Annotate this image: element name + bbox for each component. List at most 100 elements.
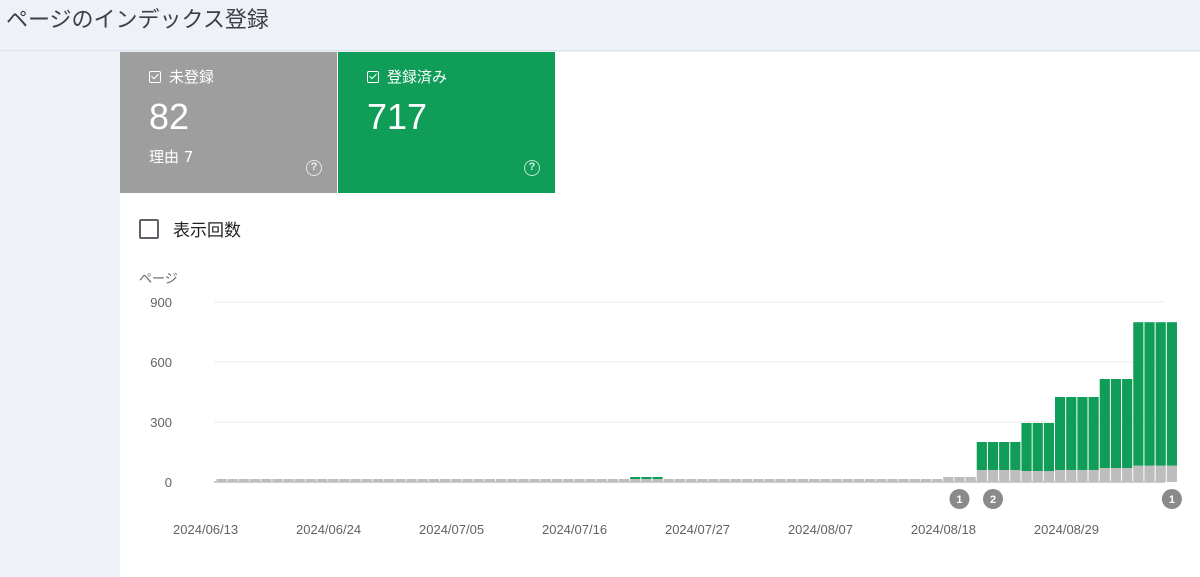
bar-not-indexed[interactable] — [1010, 470, 1021, 482]
bar-not-indexed[interactable] — [965, 477, 976, 482]
bar-not-indexed[interactable] — [507, 479, 518, 482]
bar-indexed[interactable] — [1077, 397, 1088, 470]
bar-not-indexed[interactable] — [1088, 470, 1099, 482]
bar-not-indexed[interactable] — [1110, 468, 1122, 482]
bar-not-indexed[interactable] — [1099, 468, 1110, 482]
bar-indexed[interactable] — [1010, 442, 1021, 470]
bar-indexed[interactable] — [1133, 322, 1144, 466]
bar-not-indexed[interactable] — [786, 479, 797, 482]
bar-indexed[interactable] — [1043, 423, 1054, 471]
bar-not-indexed[interactable] — [652, 479, 663, 482]
bar-not-indexed[interactable] — [898, 479, 909, 482]
bar-not-indexed[interactable] — [741, 479, 753, 482]
bar-not-indexed[interactable] — [339, 479, 350, 482]
bar-not-indexed[interactable] — [1133, 465, 1144, 482]
bar-not-indexed[interactable] — [328, 479, 339, 482]
bar-not-indexed[interactable] — [373, 479, 384, 482]
bar-not-indexed[interactable] — [730, 479, 741, 482]
bar-not-indexed[interactable] — [451, 479, 462, 482]
bar-not-indexed[interactable] — [551, 479, 563, 482]
bar-not-indexed[interactable] — [529, 479, 540, 482]
bar-not-indexed[interactable] — [518, 479, 529, 482]
bar-not-indexed[interactable] — [462, 479, 473, 482]
bar-indexed[interactable] — [1122, 379, 1133, 468]
bar-not-indexed[interactable] — [618, 479, 630, 482]
bar-indexed[interactable] — [1155, 322, 1166, 466]
bar-not-indexed[interactable] — [764, 479, 775, 482]
bar-not-indexed[interactable] — [1055, 470, 1066, 482]
bar-not-indexed[interactable] — [853, 479, 864, 482]
bar-not-indexed[interactable] — [887, 479, 898, 482]
bar-not-indexed[interactable] — [831, 479, 842, 482]
bar-not-indexed[interactable] — [406, 479, 417, 482]
bar-not-indexed[interactable] — [663, 479, 674, 482]
bar-not-indexed[interactable] — [775, 479, 786, 482]
bar-not-indexed[interactable] — [216, 479, 227, 482]
bar-not-indexed[interactable] — [1032, 471, 1043, 482]
bar-not-indexed[interactable] — [697, 479, 708, 482]
bar-not-indexed[interactable] — [596, 479, 607, 482]
bar-indexed[interactable] — [1166, 322, 1177, 466]
bar-indexed[interactable] — [1099, 379, 1110, 468]
bar-not-indexed[interactable] — [674, 479, 686, 482]
bar-not-indexed[interactable] — [999, 470, 1010, 482]
bar-indexed[interactable] — [1110, 379, 1122, 468]
bar-not-indexed[interactable] — [317, 479, 328, 482]
bar-not-indexed[interactable] — [1144, 465, 1155, 482]
bar-not-indexed[interactable] — [1166, 465, 1177, 482]
bar-not-indexed[interactable] — [719, 479, 730, 482]
annotation-marker[interactable]: 2 — [983, 489, 1004, 509]
bar-indexed[interactable] — [1021, 423, 1032, 471]
bar-not-indexed[interactable] — [797, 479, 809, 482]
bar-not-indexed[interactable] — [272, 479, 283, 482]
bar-not-indexed[interactable] — [305, 479, 317, 482]
bar-not-indexed[interactable] — [920, 479, 932, 482]
bar-indexed[interactable] — [630, 477, 641, 479]
bar-indexed[interactable] — [1066, 397, 1077, 470]
bar-not-indexed[interactable] — [250, 479, 261, 482]
bar-not-indexed[interactable] — [943, 477, 954, 482]
bar-not-indexed[interactable] — [876, 479, 887, 482]
bar-not-indexed[interactable] — [820, 479, 831, 482]
bar-not-indexed[interactable] — [484, 479, 495, 482]
bar-not-indexed[interactable] — [540, 479, 551, 482]
bar-not-indexed[interactable] — [395, 479, 406, 482]
bar-not-indexed[interactable] — [1155, 465, 1166, 482]
bar-indexed[interactable] — [641, 477, 652, 479]
bar-not-indexed[interactable] — [708, 479, 719, 482]
bar-not-indexed[interactable] — [976, 470, 987, 482]
bar-not-indexed[interactable] — [294, 479, 305, 482]
bar-indexed[interactable] — [1032, 423, 1043, 471]
bar-not-indexed[interactable] — [909, 479, 920, 482]
bar-not-indexed[interactable] — [440, 479, 451, 482]
bar-not-indexed[interactable] — [238, 479, 250, 482]
bar-not-indexed[interactable] — [384, 479, 395, 482]
bar-not-indexed[interactable] — [1043, 471, 1054, 482]
bar-not-indexed[interactable] — [585, 479, 596, 482]
bar-indexed[interactable] — [1144, 322, 1155, 466]
bar-not-indexed[interactable] — [864, 479, 876, 482]
bar-not-indexed[interactable] — [630, 479, 641, 482]
bar-not-indexed[interactable] — [350, 479, 361, 482]
bar-not-indexed[interactable] — [809, 479, 820, 482]
bar-not-indexed[interactable] — [417, 479, 428, 482]
bar-not-indexed[interactable] — [641, 479, 652, 482]
bar-not-indexed[interactable] — [361, 479, 373, 482]
bar-not-indexed[interactable] — [987, 470, 999, 482]
bar-not-indexed[interactable] — [261, 479, 272, 482]
bar-not-indexed[interactable] — [496, 479, 507, 482]
bar-not-indexed[interactable] — [753, 479, 764, 482]
bar-not-indexed[interactable] — [563, 479, 574, 482]
bar-indexed[interactable] — [652, 477, 663, 479]
bar-not-indexed[interactable] — [1021, 471, 1032, 482]
bar-not-indexed[interactable] — [1077, 470, 1088, 482]
bar-not-indexed[interactable] — [842, 479, 853, 482]
bar-not-indexed[interactable] — [607, 479, 618, 482]
bar-not-indexed[interactable] — [686, 479, 697, 482]
bar-indexed[interactable] — [999, 442, 1010, 470]
bar-not-indexed[interactable] — [574, 479, 585, 482]
bar-not-indexed[interactable] — [227, 479, 238, 482]
bar-not-indexed[interactable] — [283, 479, 294, 482]
bar-indexed[interactable] — [1055, 397, 1066, 470]
bar-indexed[interactable] — [976, 442, 987, 470]
